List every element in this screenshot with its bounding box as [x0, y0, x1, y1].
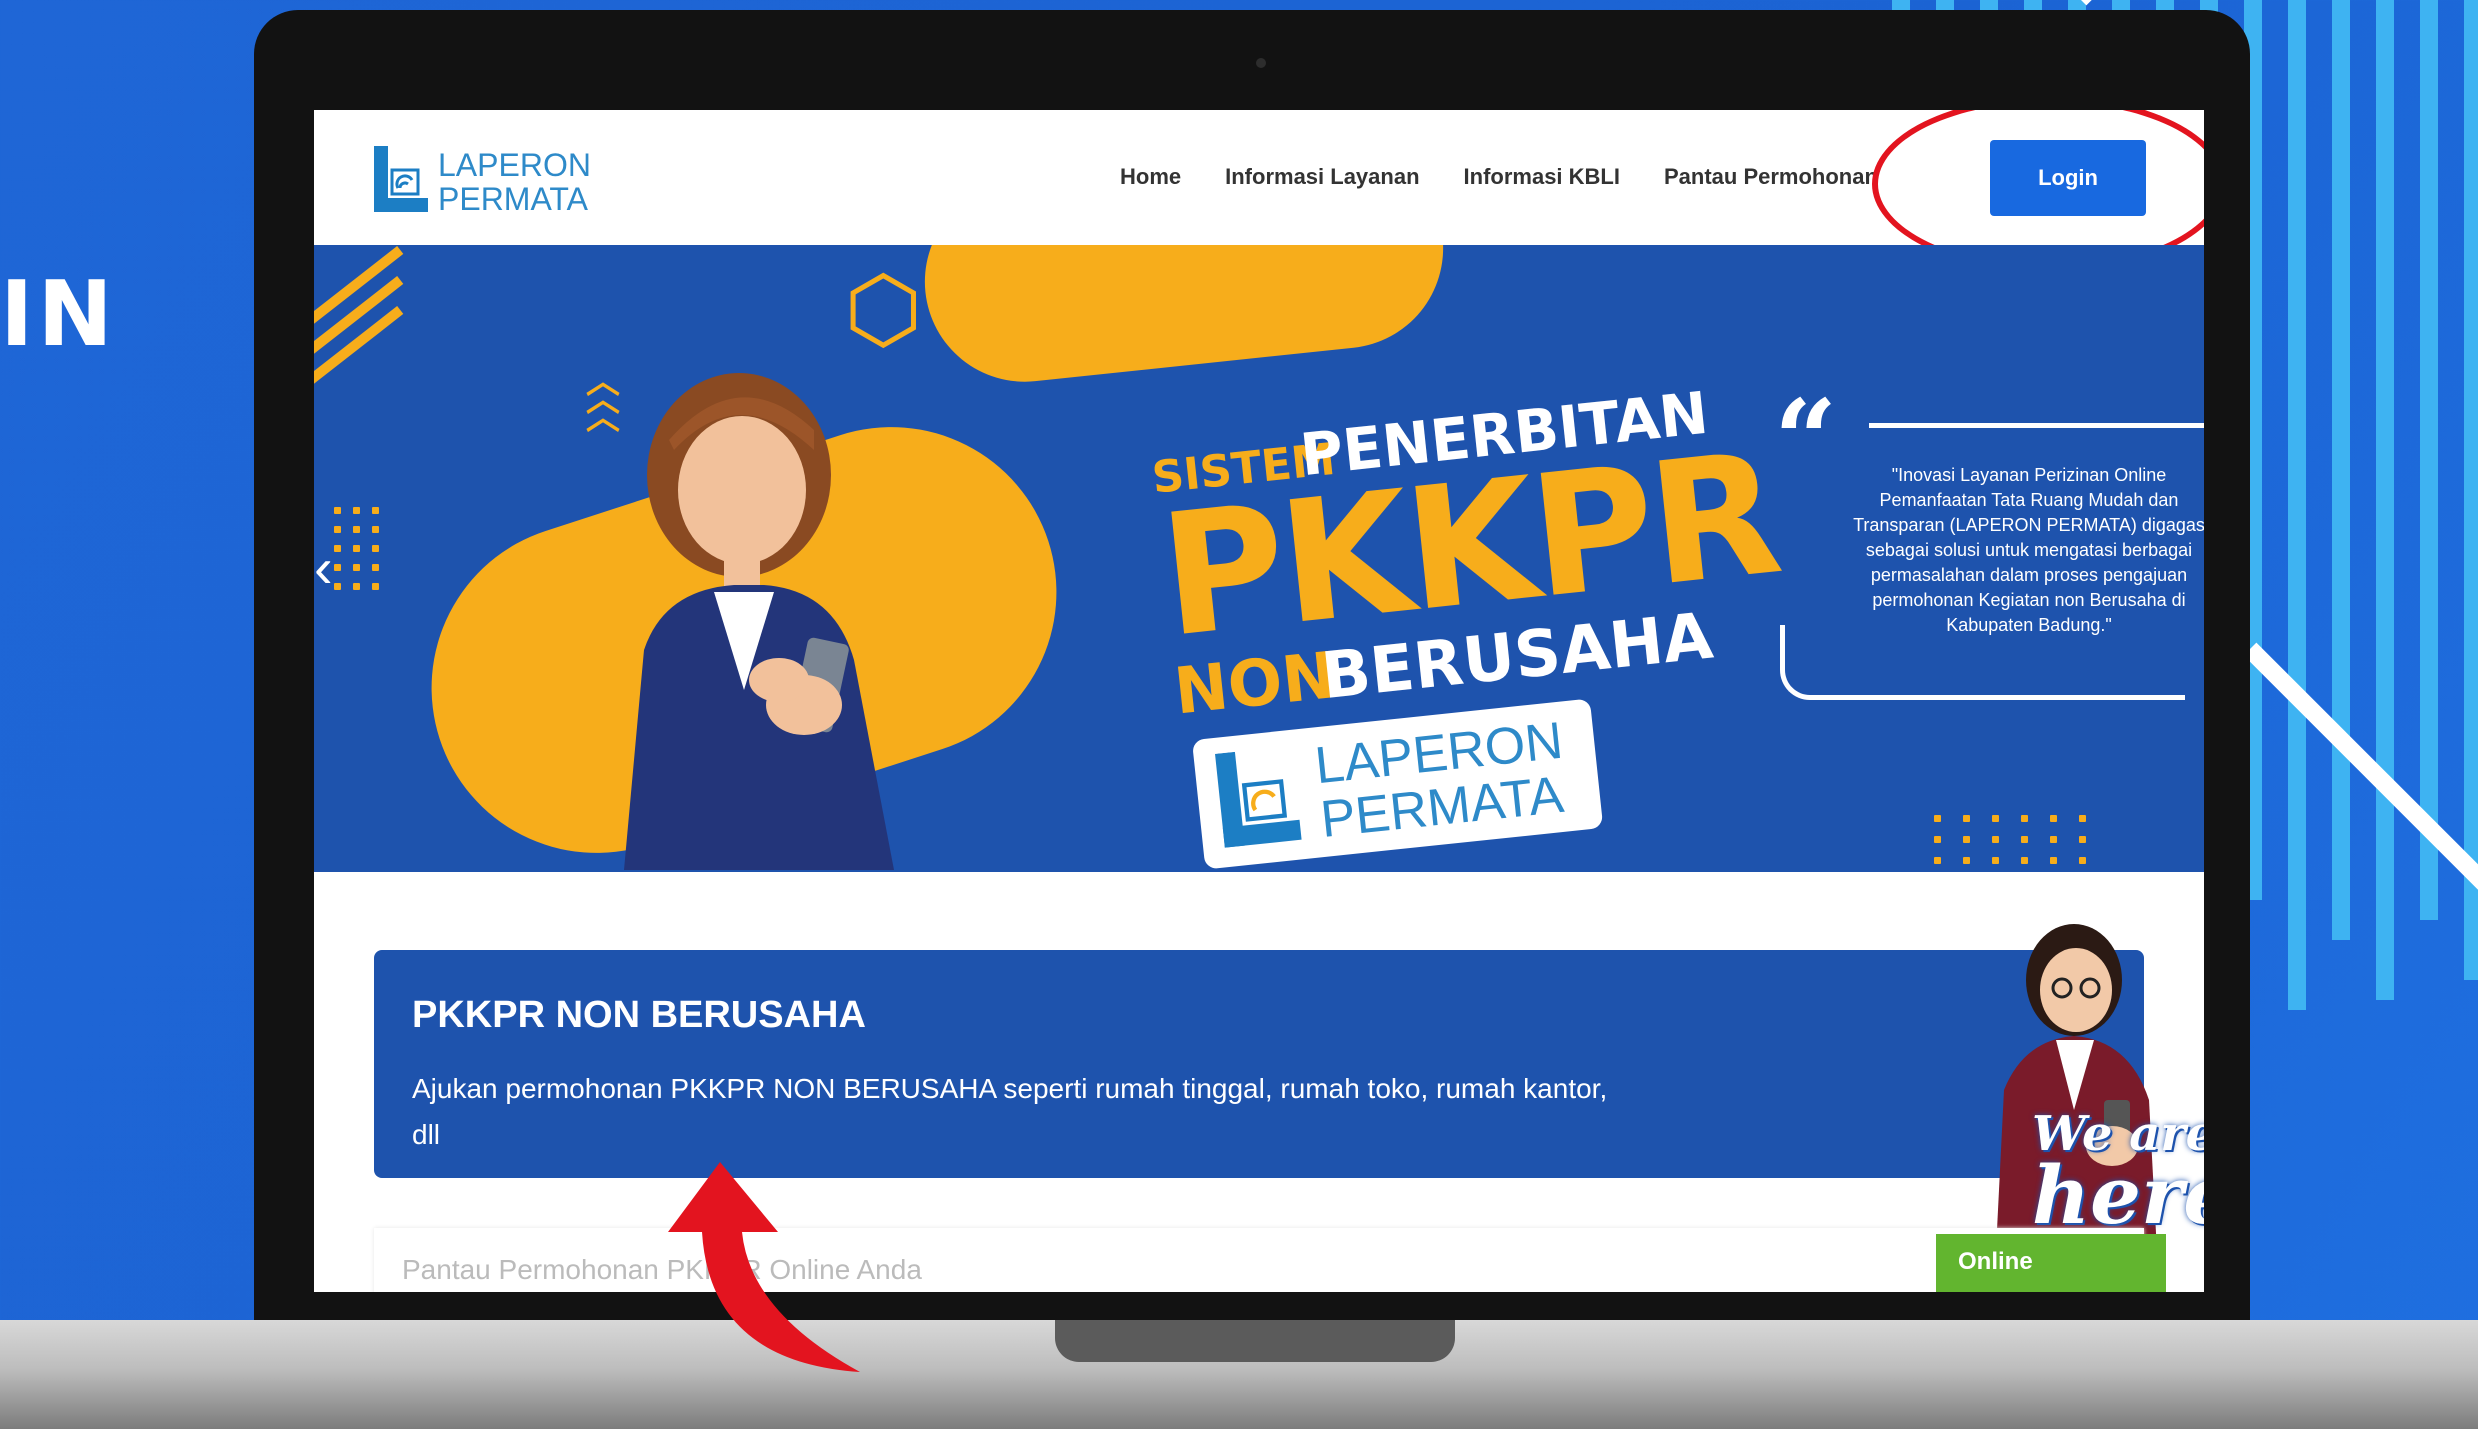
dot-grid-right [1934, 815, 2086, 864]
nav-link-informasi-layanan[interactable]: Informasi Layanan [1225, 164, 1419, 190]
quote-bracket [1780, 625, 2185, 700]
laptop-camera [1256, 58, 1266, 68]
online-chat-tab[interactable]: Online [1936, 1234, 2166, 1292]
nav-links: Home Informasi Layanan Informasi KBLI Pa… [1120, 164, 1878, 190]
site-logo[interactable]: LAPERON PERMATA [372, 140, 632, 220]
hero-banner: ⬡ ︿ ︿ ︿ ‹ SISTEM PENERBITAN PKKPR NON BE… [314, 245, 2204, 872]
logo-line-2: PERMATA [438, 181, 588, 217]
logo-line-1: LAPERON [438, 147, 591, 183]
side-heading-fragment: IN [0, 262, 117, 367]
hero-stripe [314, 306, 404, 394]
nav-link-informasi-kbli[interactable]: Informasi KBLI [1464, 164, 1620, 190]
nav-link-home[interactable]: Home [1120, 164, 1181, 190]
service-card-description: Ajukan permohonan PKKPR NON BERUSAHA sep… [412, 1073, 1608, 1150]
hero-title-non: NON [1170, 639, 1340, 730]
online-label: Online [1958, 1248, 2033, 1275]
logo-text: LAPERON PERMATA [438, 148, 591, 216]
service-card[interactable]: PKKPR NON BERUSAHA Ajukan permohonan PKK… [374, 950, 2144, 1178]
hero-badge-text: LAPERON PERMATA [1312, 712, 1570, 849]
businesswoman-illustration [624, 373, 894, 870]
laperon-logo-icon [1215, 751, 1302, 848]
quote-divider [1869, 423, 2204, 428]
hero-quote-text: "Inovasi Layanan Perizinan Online Pemanf… [1853, 465, 2204, 635]
laperon-logo-icon [374, 146, 428, 212]
dot-grid-left [334, 507, 379, 590]
laptop-screen: LAPERON PERMATA Home Informasi Layanan I… [314, 110, 2204, 1292]
red-arrow-annotation-icon [668, 1162, 860, 1372]
hero-logo-badge: LAPERON PERMATA [1191, 698, 1604, 870]
service-card-title: PKKPR NON BERUSAHA [412, 994, 866, 1036]
quote-icon: “ [1774, 375, 1838, 504]
here-text: here [2032, 1148, 2204, 1242]
nav-link-pantau-permohonan[interactable]: Pantau Permohonan [1664, 164, 1878, 190]
hexagon-icon: ⬡ [844, 260, 923, 360]
laptop-notch [1055, 1320, 1455, 1362]
navbar: LAPERON PERMATA Home Informasi Layanan I… [314, 110, 2204, 272]
hero-title: SISTEM PENERBITAN PKKPR NON BERUSAHA LAP… [1138, 287, 1786, 870]
we-are-here-label: We are here [2032, 1110, 2204, 1242]
carousel-prev-icon[interactable]: ‹ [314, 535, 333, 600]
tracking-search-bar[interactable]: Pantau Permohonan PKKPR Online Anda [374, 1228, 2144, 1292]
